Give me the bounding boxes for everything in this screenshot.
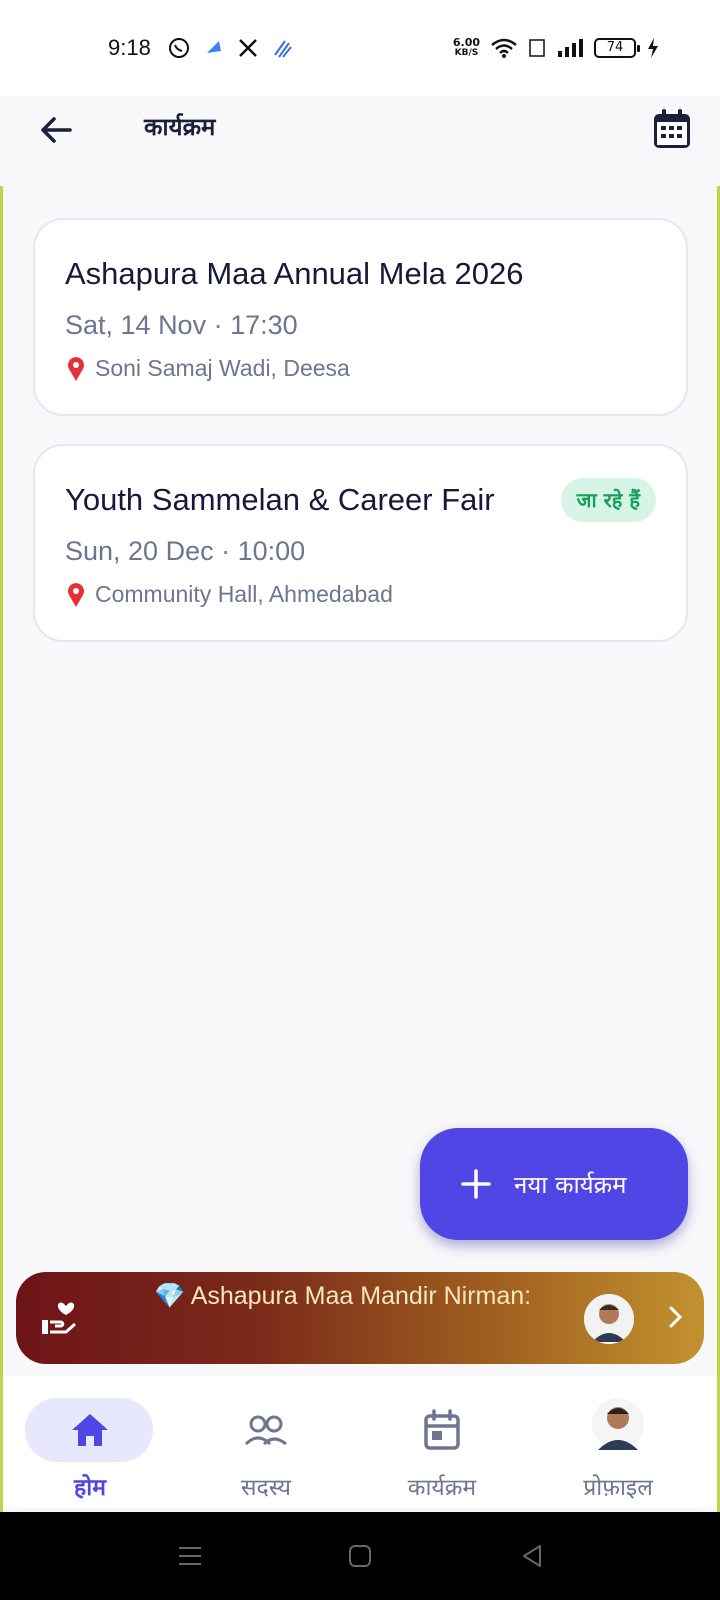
nav-label: प्रोफ़ाइल bbox=[583, 1475, 653, 1501]
status-right: 6.00 KB/S 74 bbox=[453, 37, 660, 59]
banner-text: 💎 Ashapura Maa Mandir Nirman: bbox=[154, 1282, 532, 1310]
event-location: Community Hall, Ahmedabad bbox=[65, 581, 393, 608]
signal-app-icon bbox=[274, 40, 292, 58]
back-triangle-icon[interactable] bbox=[518, 1542, 546, 1570]
event-title: Ashapura Maa Annual Mela 2026 bbox=[65, 256, 524, 291]
donation-banner[interactable]: 💎 Ashapura Maa Mandir Nirman: bbox=[16, 1272, 704, 1364]
speed-value: 6.00 bbox=[452, 36, 480, 49]
nav-label: होम bbox=[74, 1475, 106, 1501]
event-title: Youth Sammelan & Career Fair bbox=[65, 482, 495, 517]
home-icon bbox=[72, 1414, 108, 1446]
wifi-icon bbox=[491, 38, 517, 58]
nav-label: कार्यक्रम bbox=[407, 1475, 477, 1501]
notification-icons bbox=[167, 36, 295, 60]
chevron-right-icon bbox=[669, 1306, 683, 1328]
donate-hand-heart-icon bbox=[42, 1302, 76, 1334]
profile-avatar bbox=[592, 1398, 644, 1450]
signal-icon bbox=[558, 39, 583, 57]
bottom-nav: होम सदस्य कार्यक्रम प्रोफ़ाइल bbox=[3, 1376, 717, 1508]
location-pin-icon bbox=[68, 582, 84, 607]
app-header: कार्यक्रम bbox=[0, 96, 720, 186]
back-arrow-icon[interactable] bbox=[36, 110, 76, 150]
status-badge: जा रहे हैं bbox=[560, 478, 656, 522]
x-icon bbox=[238, 39, 257, 57]
event-datetime: Sun, 20 Dec · 10:00 bbox=[65, 536, 306, 566]
people-icon bbox=[244, 1415, 287, 1446]
menu-icon[interactable] bbox=[176, 1542, 204, 1570]
status-time: 9:18 bbox=[108, 35, 151, 60]
page-title: कार्यक्रम bbox=[144, 113, 216, 141]
event-location-text: Community Hall, Ahmedabad bbox=[95, 581, 393, 607]
battery-indicator: 74 bbox=[594, 38, 640, 58]
event-datetime: Sat, 14 Nov · 17:30 bbox=[65, 310, 298, 340]
whatsapp-icon bbox=[168, 38, 189, 58]
nav-label: सदस्य bbox=[240, 1475, 292, 1501]
avatar bbox=[584, 1294, 634, 1344]
nav-item-events[interactable]: कार्यक्रम bbox=[367, 1388, 517, 1501]
home-square-icon[interactable] bbox=[346, 1542, 374, 1570]
new-event-label: नया कार्यक्रम bbox=[514, 1170, 627, 1199]
location-pin-icon bbox=[68, 356, 84, 381]
event-card[interactable]: Youth Sammelan & Career Fair जा रहे हैं … bbox=[33, 444, 688, 642]
volte-icon bbox=[529, 39, 545, 57]
event-location: Soni Samaj Wadi, Deesa bbox=[65, 355, 350, 382]
network-speed: 6.00 KB/S bbox=[453, 37, 480, 59]
speed-unit: KB/S bbox=[454, 48, 479, 58]
charging-icon bbox=[648, 38, 658, 58]
new-event-button[interactable]: नया कार्यक्रम bbox=[420, 1128, 688, 1240]
app-notification-icon bbox=[206, 41, 221, 53]
event-location-text: Soni Samaj Wadi, Deesa bbox=[95, 355, 350, 381]
nav-item-home[interactable]: होम bbox=[15, 1388, 165, 1501]
calendar-icon[interactable] bbox=[652, 108, 692, 150]
nav-item-profile[interactable]: प्रोफ़ाइल bbox=[543, 1388, 693, 1501]
plus-icon bbox=[461, 1169, 491, 1199]
event-card[interactable]: Ashapura Maa Annual Mela 2026 Sat, 14 No… bbox=[33, 218, 688, 416]
calendar-icon bbox=[424, 1409, 460, 1450]
system-nav-bar bbox=[0, 1512, 720, 1600]
nav-item-members[interactable]: सदस्य bbox=[191, 1388, 341, 1501]
status-bar: 9:18 6.00 KB/S 74 bbox=[0, 0, 720, 96]
